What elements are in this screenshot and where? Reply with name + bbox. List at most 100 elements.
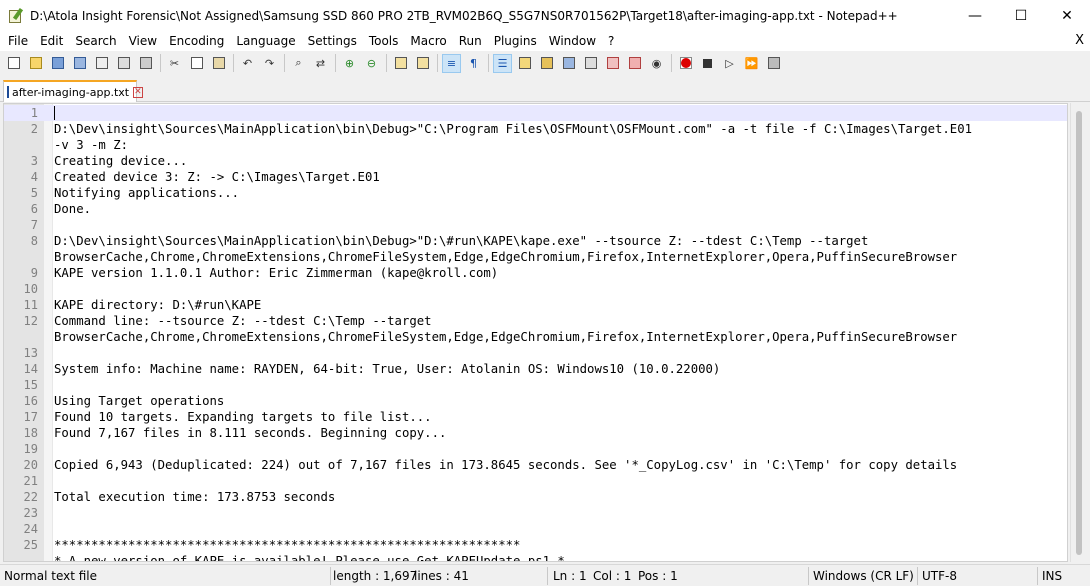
new-file-icon[interactable]	[4, 54, 23, 73]
line-number: 12	[23, 314, 38, 328]
indent-guide-icon[interactable]: ☰	[493, 53, 512, 73]
folder-workspace-icon[interactable]	[581, 54, 600, 73]
sync-vertical-icon[interactable]	[391, 54, 410, 73]
editor-line: 4 Created device 3: Z: -> C:\Images\Targe…	[4, 169, 1067, 185]
line-text: * A new version of KAPE is available! Pl…	[54, 554, 565, 562]
line-number: 23	[23, 506, 38, 520]
save-icon[interactable]	[48, 54, 67, 73]
menu-settings[interactable]: Settings	[302, 34, 363, 48]
line-number: 2	[30, 122, 38, 136]
tab-close-icon[interactable]: ✕	[133, 86, 143, 98]
udl-icon[interactable]	[515, 54, 534, 73]
editor-line: 23	[4, 505, 1067, 521]
line-text: Notifying applications...	[54, 186, 240, 200]
line-text: KAPE version 1.1.0.1 Author: Eric Zimmer…	[54, 266, 499, 280]
text-area[interactable]: 1 2 D:\Dev\insight\Sources\MainApplicatio…	[4, 105, 1067, 562]
copy-icon[interactable]	[187, 54, 206, 73]
line-number: 10	[23, 282, 38, 296]
document-list-icon[interactable]	[603, 54, 622, 73]
status-separator	[330, 567, 331, 585]
toolbar-separator	[160, 54, 161, 72]
status-separator	[917, 567, 918, 585]
tab-after-imaging-app[interactable]: after-imaging-app.txt ✕	[3, 80, 143, 102]
function-list-icon[interactable]	[559, 54, 578, 73]
menu-plugins[interactable]: Plugins	[488, 34, 543, 48]
menu-run[interactable]: Run	[453, 34, 488, 48]
menu-view[interactable]: View	[123, 34, 163, 48]
status-file-type: Normal text file	[4, 569, 98, 583]
close-window-button[interactable]: ✕	[1044, 0, 1090, 31]
line-text: -v 3 -m Z:	[54, 138, 129, 152]
menu-file[interactable]: File	[0, 34, 34, 48]
editor-line: 19	[4, 441, 1067, 457]
print-icon[interactable]	[136, 54, 155, 73]
maximize-button[interactable]: ☐	[998, 0, 1044, 31]
vertical-scrollbar[interactable]	[1070, 103, 1087, 562]
record-macro-icon[interactable]	[676, 54, 695, 73]
tab-label: after-imaging-app.txt	[12, 85, 130, 99]
zoom-out-icon[interactable]: ⊖	[362, 54, 381, 73]
close-icon[interactable]	[92, 54, 111, 73]
line-number: 25	[23, 538, 38, 552]
editor[interactable]: 1 2 D:\Dev\insight\Sources\MainApplicatio…	[3, 103, 1068, 562]
monitoring-icon[interactable]: ◉	[647, 54, 666, 73]
toolbar-separator	[284, 54, 285, 72]
line-number: 3	[30, 154, 38, 168]
menu-search[interactable]: Search	[69, 34, 122, 48]
menu-language[interactable]: Language	[230, 34, 301, 48]
status-eol[interactable]: Windows (CR LF)	[813, 569, 914, 583]
status-length: length : 1,697	[333, 569, 418, 583]
folder-icon[interactable]	[625, 54, 644, 73]
minimize-button[interactable]: —	[952, 0, 998, 31]
menu-macro[interactable]: Macro	[404, 34, 452, 48]
close-all-icon[interactable]	[114, 54, 133, 73]
line-number: 4	[30, 170, 38, 184]
text-caret	[54, 106, 55, 120]
menu-tools[interactable]: Tools	[363, 34, 405, 48]
menu-help[interactable]: ?	[602, 34, 620, 48]
line-text: Found 7,167 files in 8.111 seconds. Begi…	[54, 426, 447, 440]
sync-horizontal-icon[interactable]	[413, 54, 432, 73]
open-file-icon[interactable]	[26, 54, 45, 73]
status-separator	[547, 567, 548, 585]
line-number: 8	[30, 234, 38, 248]
save-all-icon[interactable]	[70, 54, 89, 73]
replace-icon[interactable]: ⇄	[311, 54, 330, 73]
close-document-button[interactable]: X	[1075, 33, 1084, 48]
line-number: 22	[23, 490, 38, 504]
toolbar-separator	[488, 54, 489, 72]
cut-icon[interactable]: ✂	[165, 54, 184, 73]
paste-icon[interactable]	[209, 54, 228, 73]
word-wrap-icon[interactable]: ≡	[442, 53, 461, 73]
undo-icon[interactable]: ↶	[238, 54, 257, 73]
status-encoding[interactable]: UTF-8	[922, 569, 957, 583]
menu-bar: File Edit Search View Encoding Language …	[0, 31, 1090, 51]
status-ln: Ln : 1	[553, 569, 587, 583]
play-macro-icon[interactable]: ▷	[720, 54, 739, 73]
run-macro-multiple-icon[interactable]: ⏩	[742, 54, 761, 73]
status-insert-mode[interactable]: INS	[1042, 569, 1062, 583]
line-text: Done.	[54, 202, 92, 216]
menu-encoding[interactable]: Encoding	[163, 34, 230, 48]
stop-recording-icon[interactable]	[698, 54, 717, 73]
menu-window[interactable]: Window	[543, 34, 602, 48]
notepadpp-app-icon[interactable]	[8, 7, 24, 24]
toolbar: ✂ ↶ ↷ ⌕ ⇄ ⊕ ⊖ ≡ ¶ ☰ ◉ ▷ ⏩	[0, 51, 1090, 75]
save-macro-icon[interactable]	[764, 54, 783, 73]
find-icon[interactable]: ⌕	[289, 54, 308, 73]
line-text: KAPE directory: D:\#run\KAPE	[54, 298, 262, 312]
editor-line: 9 KAPE version 1.1.0.1 Author: Eric Zimme…	[4, 265, 1067, 281]
toolbar-separator	[233, 54, 234, 72]
line-text: Using Target operations	[54, 394, 225, 408]
show-all-chars-icon[interactable]: ¶	[464, 54, 483, 73]
scrollbar-thumb[interactable]	[1076, 111, 1082, 555]
zoom-in-icon[interactable]: ⊕	[340, 54, 359, 73]
redo-icon[interactable]: ↷	[260, 54, 279, 73]
toolbar-separator	[437, 54, 438, 72]
doc-map-icon[interactable]	[537, 54, 556, 73]
tab-bar: after-imaging-app.txt ✕	[0, 78, 1090, 102]
line-number: 21	[23, 474, 38, 488]
window-title: D:\Atola Insight Forensic\Not Assigned\S…	[30, 8, 898, 23]
menu-edit[interactable]: Edit	[34, 34, 69, 48]
line-number: 20	[23, 458, 38, 472]
